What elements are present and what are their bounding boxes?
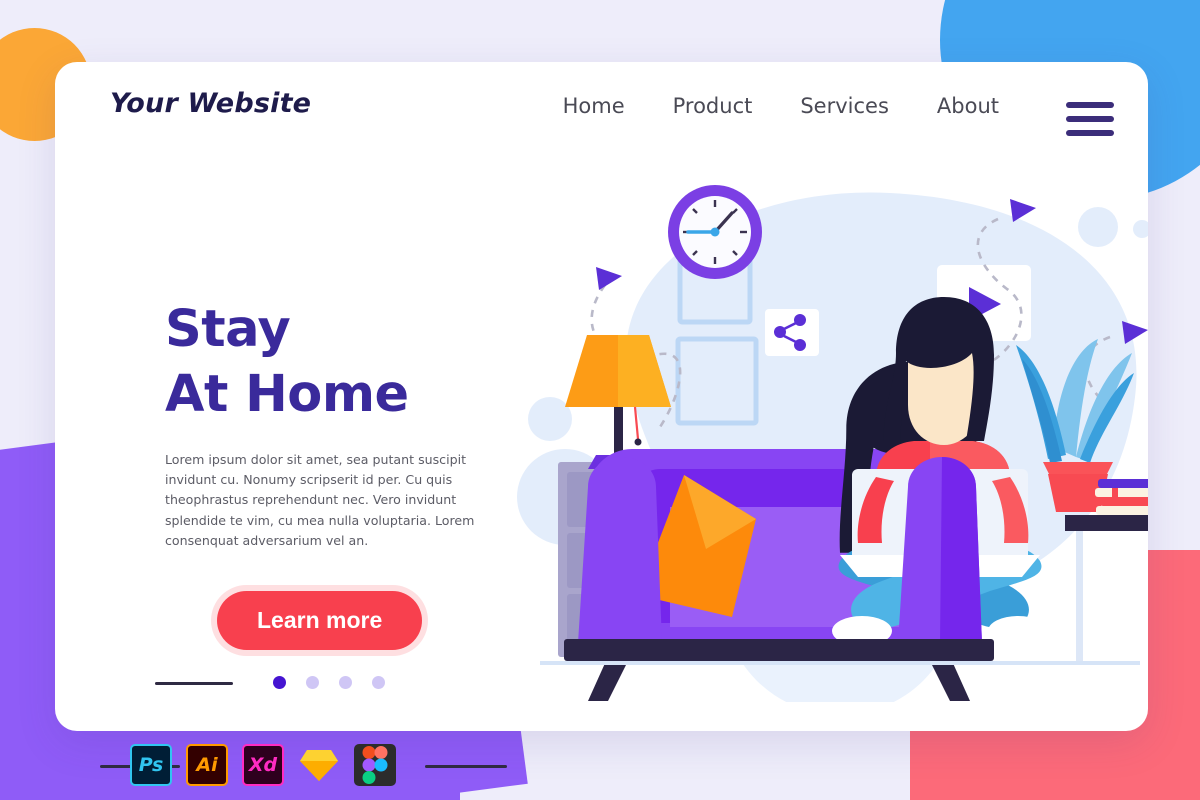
brand-logo[interactable]: Your Website — [110, 88, 311, 119]
carousel-dots — [273, 676, 525, 690]
main-navigation: Home Product Services About — [539, 94, 1023, 118]
nav-item-about[interactable]: About — [913, 94, 1023, 118]
work-from-home-illustration — [510, 157, 1148, 702]
wall-clock-icon — [668, 185, 762, 279]
figma-icon[interactable] — [354, 744, 396, 786]
design-tool-icons: Ps Ai Xd — [130, 744, 396, 786]
side-table — [1065, 515, 1148, 663]
share-icon-card — [765, 309, 819, 356]
stacked-books — [1095, 479, 1148, 515]
hamburger-bar-2 — [1066, 116, 1114, 122]
hero-title-line-2: At Home — [165, 365, 409, 425]
hamburger-bar-3 — [1066, 130, 1114, 136]
hero-title-line-1: Stay — [165, 300, 291, 359]
hamburger-menu-icon[interactable] — [1066, 102, 1114, 136]
photoshop-icon[interactable]: Ps — [130, 744, 172, 786]
carousel-dot-3[interactable] — [339, 676, 352, 690]
site-header: Your Website Home Product Services About — [55, 62, 1148, 158]
learn-more-button[interactable]: Learn more — [217, 591, 423, 651]
sketch-icon[interactable] — [298, 744, 340, 786]
page-title: Stay At Home — [165, 297, 525, 428]
hero-section: Stay At Home Lorem ipsum dolor sit amet,… — [165, 297, 525, 690]
divider-right — [425, 765, 507, 768]
nav-item-product[interactable]: Product — [649, 94, 777, 118]
nav-item-home[interactable]: Home — [539, 94, 649, 118]
hero-description: Lorem ipsum dolor sit amet, sea putant s… — [165, 451, 475, 549]
illustrator-icon[interactable]: Ai — [186, 744, 228, 786]
divider-left — [155, 682, 233, 685]
landing-page-card: Your Website Home Product Services About… — [55, 62, 1148, 731]
nav-item-services[interactable]: Services — [776, 94, 913, 118]
hamburger-bar-1 — [1066, 102, 1114, 108]
carousel-dot-4[interactable] — [372, 676, 385, 690]
xd-icon[interactable]: Xd — [242, 744, 284, 786]
carousel-dot-1[interactable] — [273, 676, 286, 690]
carousel-dot-2[interactable] — [306, 676, 319, 690]
